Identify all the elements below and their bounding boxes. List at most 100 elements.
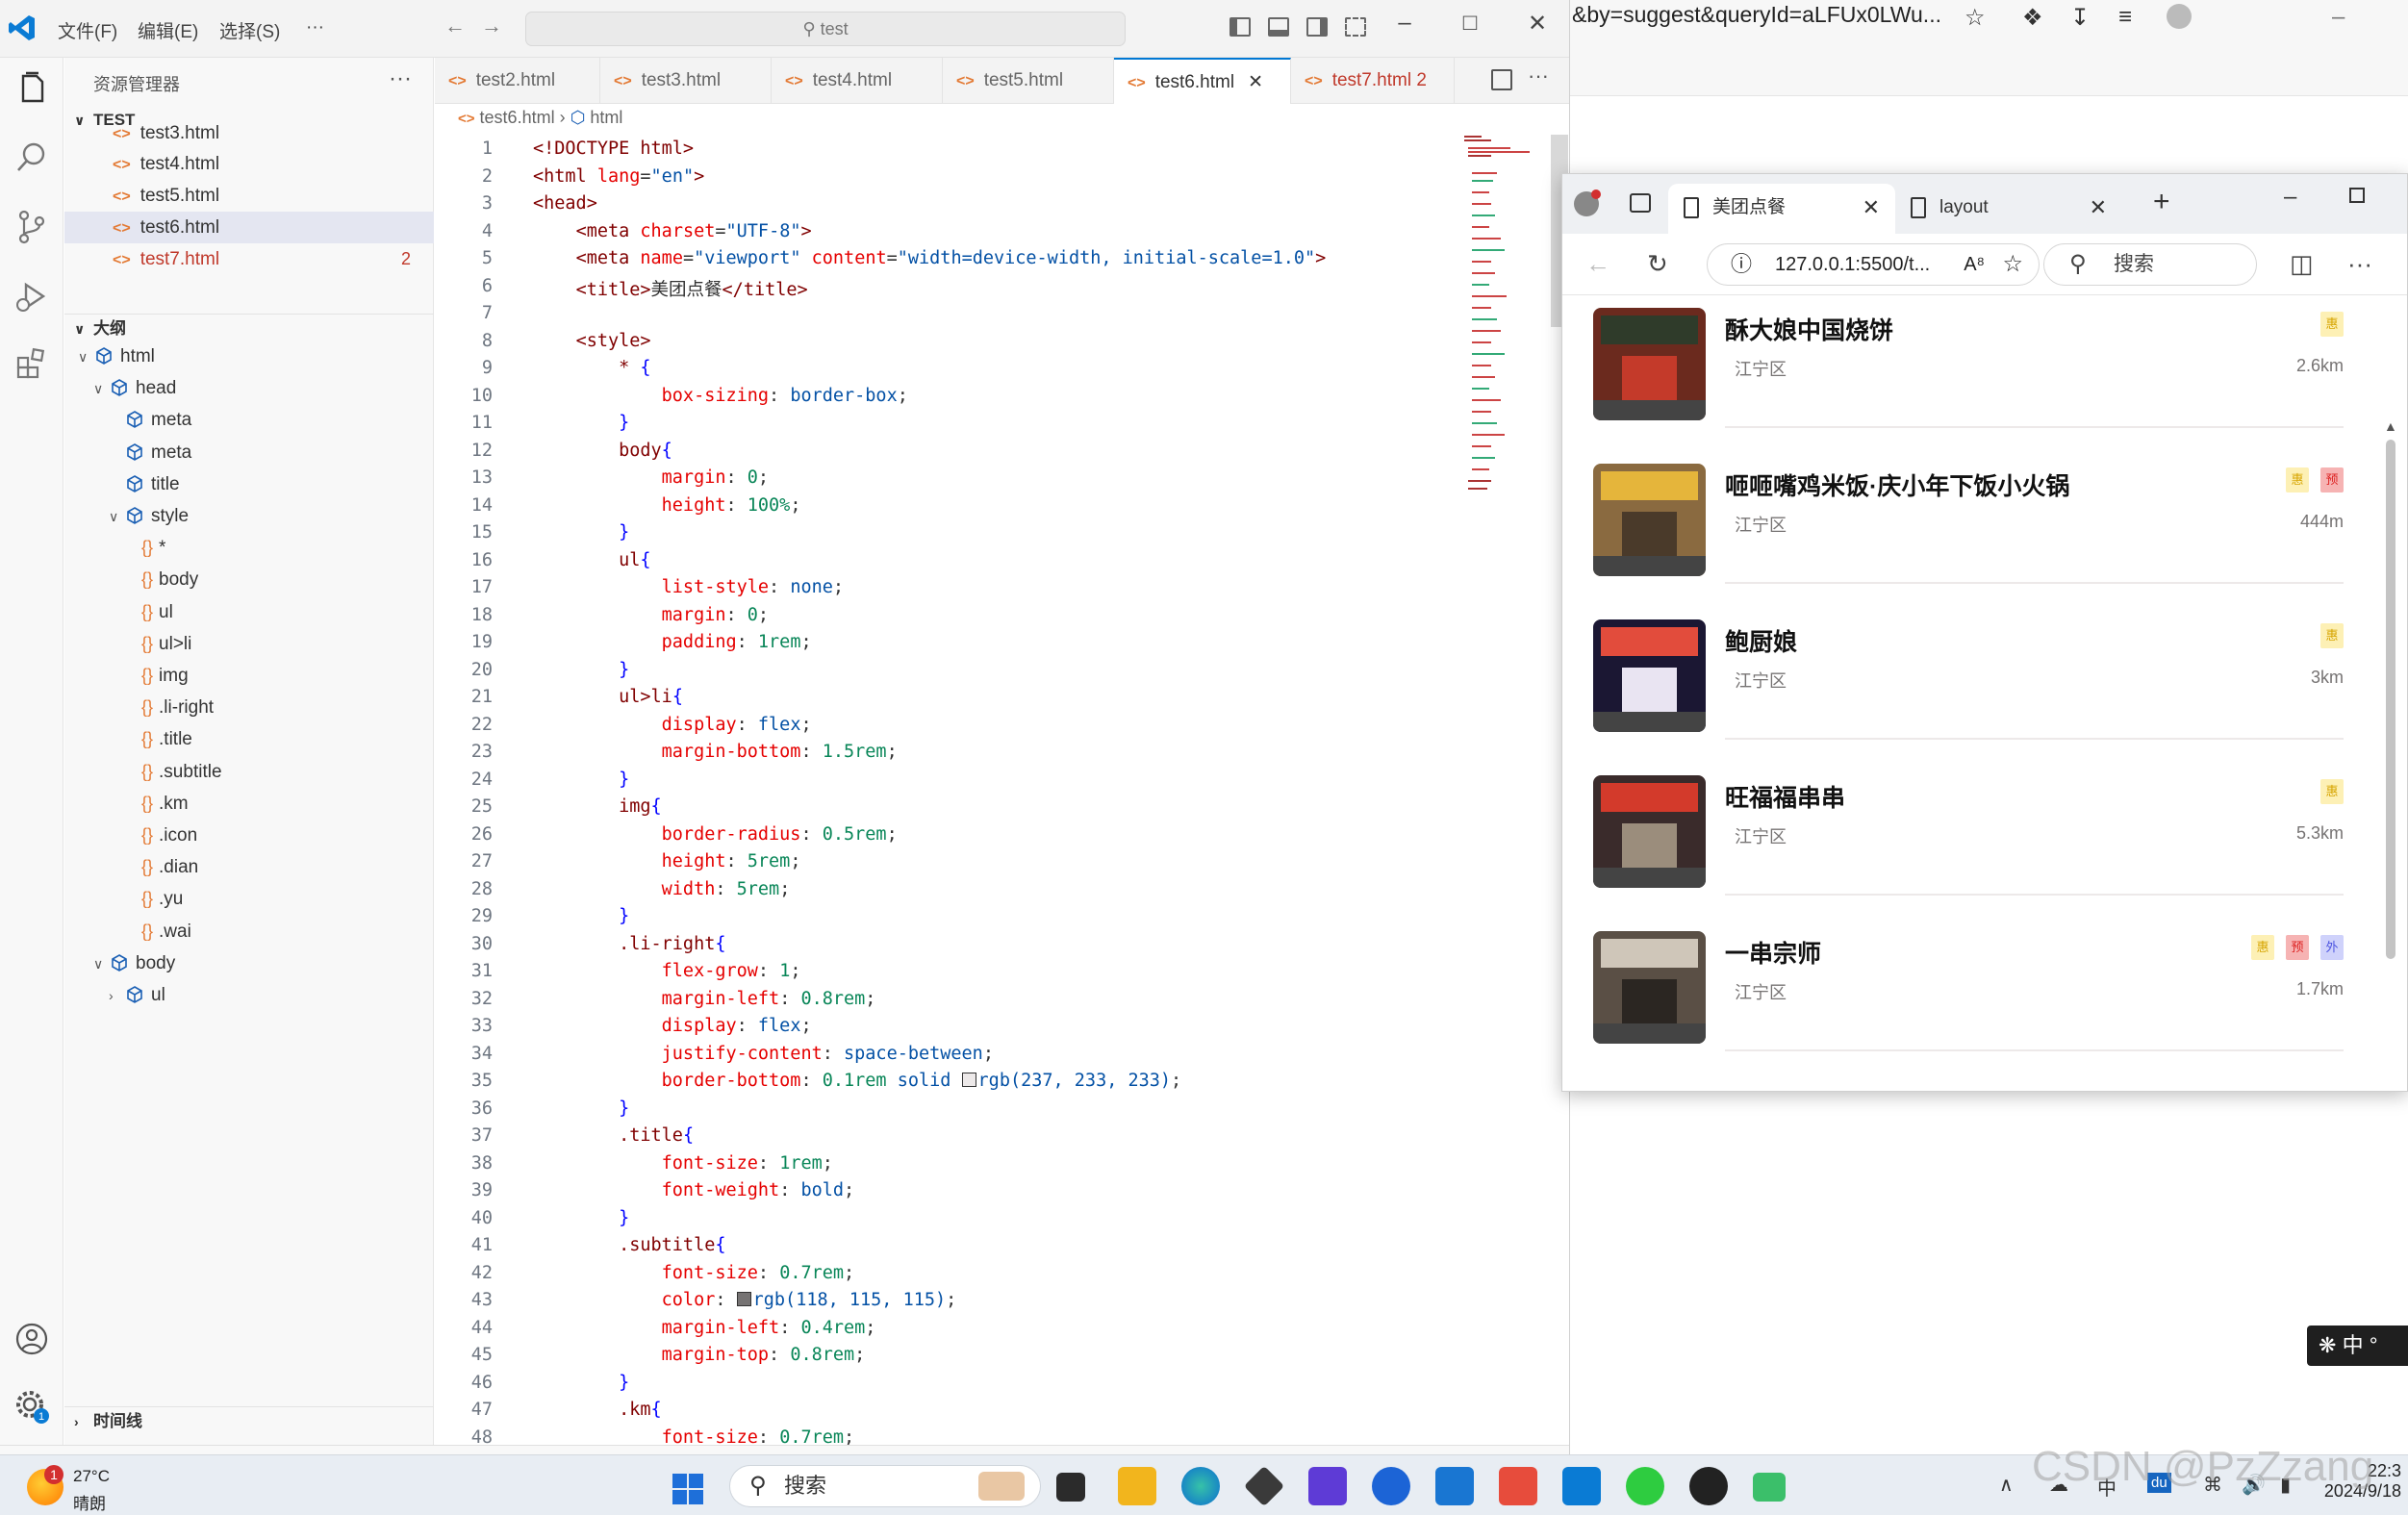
menu-lines-icon[interactable]: ≡ [2118, 4, 2132, 31]
address-bar[interactable]: ⓘ 127.0.0.1:5500/t... A⁸ ☆ [1707, 243, 2040, 286]
media-player-icon[interactable] [1689, 1467, 1728, 1505]
menu-file[interactable]: 文件(F) [58, 17, 117, 43]
outline-item[interactable]: {} .title [124, 723, 192, 755]
file-item-test5[interactable]: <> test5.html [64, 180, 434, 212]
scroll-up-icon[interactable]: ▲ [2384, 418, 2397, 434]
edge-browser-icon[interactable] [1181, 1467, 1220, 1505]
customize-layout-icon[interactable] [1345, 17, 1366, 37]
ime-language-label[interactable]: 中 [2343, 1333, 2364, 1357]
toggle-secondary-sidebar-icon[interactable] [1306, 17, 1328, 37]
tab-test2[interactable]: <> test2.html [435, 58, 600, 104]
section-timeline-header[interactable]: › 时间线 [64, 1406, 434, 1435]
menu-more[interactable]: ··· [306, 17, 324, 38]
close-icon[interactable]: ✕ [1518, 10, 1557, 38]
shop-item[interactable]: 酥大娘中国烧饼 江宁区 2.6km 惠 [1593, 308, 2344, 442]
color-swatch[interactable] [736, 1292, 751, 1306]
run-debug-icon[interactable] [13, 277, 51, 316]
menu-edit[interactable]: 编辑(E) [138, 17, 198, 43]
favorite-star-icon[interactable]: ☆ [2002, 244, 2023, 285]
edge-tab-layout[interactable]: layout ✕ [1895, 184, 2122, 234]
read-aloud-icon[interactable]: A⁸ [1964, 244, 1985, 285]
breadcrumb-file[interactable]: test6.html [480, 108, 555, 127]
edge-tab-meituan[interactable]: 美团点餐 ✕ [1668, 184, 1895, 234]
outline-item[interactable]: title [109, 468, 180, 500]
ime-toolbar[interactable]: ❋ 中 ° [2307, 1326, 2408, 1366]
split-editor-icon[interactable] [1491, 69, 1512, 90]
tab-close-icon[interactable]: ✕ [1248, 72, 1263, 92]
wechat-icon[interactable] [1626, 1467, 1664, 1505]
new-tab-plus-icon[interactable]: + [2153, 186, 2170, 218]
outline-item[interactable]: ∨ style [109, 500, 189, 532]
shop-item[interactable]: 一串宗师 江宁区 1.7km 惠预外 [1593, 931, 2344, 1066]
shop-item[interactable]: 旺福福串串 江宁区 5.3km 惠 [1593, 775, 2344, 910]
extensions-puzzle-icon[interactable]: ❖ [2022, 4, 2043, 32]
outline-item[interactable]: {} img [124, 660, 189, 692]
search-input[interactable]: ⚲ 搜索 [2043, 243, 2257, 286]
command-center[interactable]: ⚲ test [525, 12, 1126, 46]
search-icon[interactable] [13, 139, 51, 177]
split-screen-icon[interactable]: ◫ [2290, 249, 2314, 279]
forward-arrow-icon[interactable]: → [481, 13, 502, 38]
code-editor[interactable]: 1 2 3 4 5 6 7 8 9 10 11 12 13 14 15 16 17 18 19 20 21 22 23 24 2… [435, 135, 1569, 1454]
tab-test7[interactable]: <> test7.html 2 [1291, 58, 1455, 104]
accounts-icon[interactable] [13, 1320, 51, 1358]
vscode-taskbar-icon[interactable] [1562, 1467, 1601, 1505]
editor-more-icon[interactable]: ··· [1528, 63, 1549, 88]
section-outline-header[interactable]: ∨ 大纲 [64, 314, 434, 342]
source-control-icon[interactable] [13, 208, 51, 246]
app-green-icon[interactable] [1753, 1473, 1786, 1502]
breadcrumb-symbol[interactable]: html [590, 108, 622, 127]
scrollbar-thumb[interactable] [2386, 440, 2395, 959]
file-explorer-icon[interactable] [1118, 1467, 1156, 1505]
profile-avatar[interactable] [2167, 4, 2192, 29]
toggle-panel-icon[interactable] [1268, 17, 1289, 37]
tab-actions-icon[interactable] [1630, 193, 1651, 213]
outline-item[interactable]: {} .subtitle [124, 756, 222, 788]
extensions-icon[interactable] [13, 344, 51, 383]
tab-close-icon[interactable]: ✕ [1863, 184, 1880, 232]
maximize-icon[interactable] [2349, 188, 2365, 203]
tab-test3[interactable]: <> test3.html [600, 58, 772, 104]
shop-item[interactable]: 鲍厨娘 江宁区 3km 惠 [1593, 619, 2344, 754]
back-arrow-icon[interactable]: ← [1585, 249, 1610, 279]
outline-item[interactable]: {} .wai [124, 916, 191, 947]
page-scrollbar[interactable]: ▲ ▼ [2374, 418, 2407, 1091]
app-cube-icon[interactable] [1243, 1465, 1285, 1507]
outline-item[interactable]: {} * [124, 532, 165, 564]
minimize-icon[interactable]: – [2284, 184, 2296, 211]
outline-item[interactable]: {} ul [124, 596, 173, 628]
file-item-test4[interactable]: <> test4.html [64, 148, 434, 180]
tab-close-icon[interactable]: ✕ [2090, 184, 2107, 232]
file-item-test7[interactable]: <> test7.html 2 [64, 243, 434, 275]
app-mathtype-icon[interactable] [1308, 1467, 1347, 1505]
shop-item[interactable]: 咂咂嘴鸡米饭·庆小年下饭小火锅 江宁区 444m 惠预 [1593, 464, 2344, 598]
taskbar-search[interactable]: ⚲ 搜索 [729, 1465, 1041, 1507]
outline-item[interactable]: ∨ html [78, 341, 155, 372]
outline-item[interactable]: ∨ head [93, 372, 176, 404]
toggle-primary-sidebar-icon[interactable] [1229, 17, 1251, 37]
background-url-text[interactable]: &by=suggest&queryId=aLFUx0LWu... [1572, 2, 1941, 28]
tab-test5[interactable]: <> test5.html [943, 58, 1114, 104]
outline-item[interactable]: {} .yu [124, 883, 183, 915]
task-view-icon[interactable] [1056, 1473, 1085, 1502]
file-item-test3[interactable]: <> test3.html [64, 125, 434, 142]
explorer-icon[interactable] [13, 69, 51, 108]
color-swatch[interactable] [961, 1073, 976, 1087]
windows-start-icon[interactable] [672, 1473, 704, 1505]
outline-item[interactable]: {} ul>li [124, 628, 191, 660]
maximize-icon[interactable]: □ [1451, 10, 1489, 37]
info-circle-icon[interactable]: ⓘ [1731, 244, 1752, 285]
outline-item[interactable]: {} .icon [124, 820, 197, 851]
more-options-icon[interactable]: ··· [2347, 249, 2372, 279]
minimize-icon[interactable]: – [2332, 4, 2345, 31]
file-item-test6[interactable]: <> test6.html [64, 212, 434, 243]
refresh-icon[interactable]: ↻ [1647, 249, 1668, 279]
tray-chevron-up-icon[interactable]: ∧ [1999, 1473, 2014, 1497]
chevron-down-icon[interactable]: ∨ [78, 341, 95, 373]
minimize-icon[interactable]: – [1385, 10, 1424, 37]
app-blue-circle-icon[interactable] [1372, 1467, 1410, 1505]
explorer-more-button[interactable]: ··· [389, 65, 412, 92]
chevron-down-icon[interactable]: ∨ [109, 501, 126, 533]
outline-item[interactable]: meta [109, 404, 191, 436]
app-x-icon[interactable] [1499, 1467, 1537, 1505]
